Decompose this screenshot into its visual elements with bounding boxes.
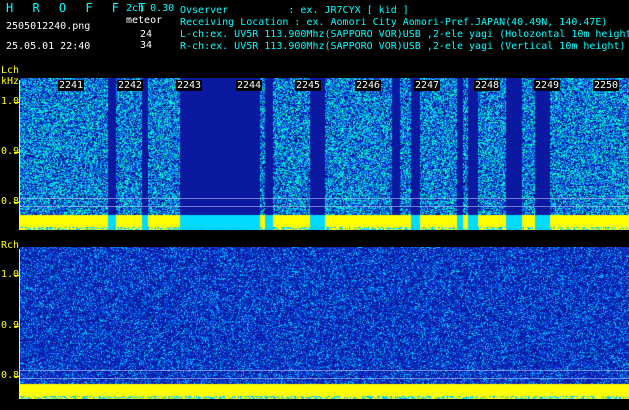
lch-info-line: L-ch:ex. UV5R 113.900Mhz(SAPPORO VOR)USB…: [180, 29, 629, 40]
location-line: Receiving Location : ex. Aomori City Aom…: [180, 17, 608, 28]
lch-unit: kHz: [1, 76, 20, 87]
rch-count: 34: [140, 40, 153, 51]
time-label: 2250: [593, 80, 620, 91]
lch-count: 24: [140, 29, 153, 40]
rch-waterfall[interactable]: [20, 247, 629, 399]
time-label: 2245: [295, 80, 322, 91]
rch-label: Rch: [1, 240, 20, 251]
rch-ref-line-2: [20, 378, 629, 379]
time-label: 2248: [474, 80, 501, 91]
time-label: 2246: [355, 80, 382, 91]
time-label: 2244: [236, 80, 263, 91]
lch-waterfall[interactable]: [20, 78, 629, 230]
observer-line: Ovserver : ex. JR7CYX [ kid ]: [180, 5, 409, 16]
time-label: 2243: [176, 80, 203, 91]
lch-ref-line-1: [20, 198, 629, 199]
version-label: 2ch 0.30: [126, 3, 175, 14]
datetime-label: 25.05.01 22:40: [6, 41, 91, 52]
rch-info-line: R-ch:ex. UV5R 113.900Mhz(SAPPORO VOR)USB…: [180, 41, 626, 52]
time-label: 2249: [534, 80, 561, 91]
lch-label: Lch: [1, 65, 20, 76]
time-label: 2247: [414, 80, 441, 91]
filename-label: 2505012240.png: [6, 21, 91, 32]
mode-label: meteor: [126, 15, 163, 26]
time-label: 2241: [58, 80, 85, 91]
rch-ref-line-1: [20, 370, 629, 371]
time-label: 2242: [117, 80, 144, 91]
lch-ref-line-2: [20, 206, 629, 207]
